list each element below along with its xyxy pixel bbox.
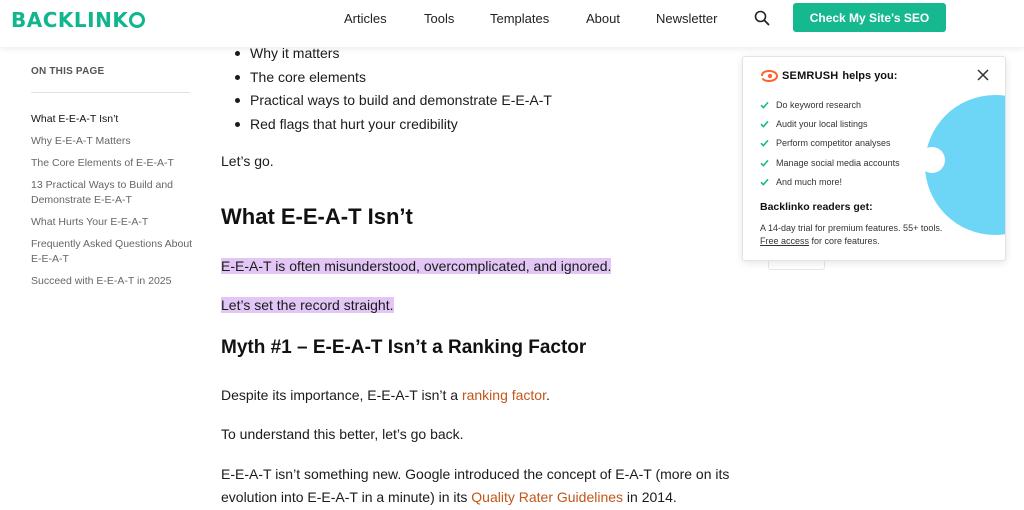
- highlighted-text: E-E-A-T is often misunderstood, overcomp…: [221, 258, 612, 274]
- semrush-popup: SEMRUSH helps you: Do keyword research A…: [742, 56, 1006, 261]
- feature-item: Manage social media accounts: [760, 153, 900, 172]
- nav-about[interactable]: About: [586, 11, 620, 26]
- intro-bullet-list: Why it matters The core elements Practic…: [235, 42, 552, 137]
- toc-item-why-eeat-matters[interactable]: Why E-E-A-T Matters: [31, 134, 196, 149]
- bullet-item: Practical ways to build and demonstrate …: [235, 89, 552, 113]
- readers-heading: Backlinko readers get:: [760, 201, 873, 213]
- toc-list: What E-E-A-T Isn’t Why E-E-A-T Matters T…: [31, 112, 196, 296]
- search-icon[interactable]: [754, 10, 770, 26]
- highlighted-text: Let’s set the record straight.: [221, 297, 394, 313]
- paragraph-go-back: To understand this better, let’s go back…: [221, 426, 464, 442]
- nav-newsletter[interactable]: Newsletter: [656, 11, 717, 26]
- check-seo-button[interactable]: Check My Site's SEO: [793, 3, 946, 32]
- offer-line: A 14-day trial for premium features. 55+…: [760, 223, 943, 233]
- feature-label: Manage social media accounts: [776, 157, 900, 168]
- highlight-paragraph-2: Let’s set the record straight.: [221, 297, 394, 313]
- paragraph-text: Despite its importance, E-E-A-T isn’t a: [221, 387, 462, 403]
- bullet-item: The core elements: [235, 66, 552, 90]
- semrush-name: SEMRUSH: [782, 70, 839, 82]
- logo-o-icon: [129, 12, 146, 28]
- feature-item: And much more!: [760, 173, 900, 192]
- feature-label: Audit your local listings: [776, 119, 868, 130]
- toc-item-succeed-2025[interactable]: Succeed with E-E-A-T in 2025: [31, 274, 196, 289]
- semrush-tagline: helps you:: [842, 70, 898, 82]
- semrush-logo-icon: [761, 70, 778, 82]
- site-header: BACKLINK Articles Tools Templates About …: [0, 0, 1024, 47]
- paragraph-text: in 2014.: [623, 489, 677, 505]
- toc-item-what-hurts[interactable]: What Hurts Your E-E-A-T: [31, 215, 196, 230]
- check-icon: [760, 140, 769, 148]
- decorative-blob-notch: [919, 147, 945, 173]
- quality-rater-guidelines-link[interactable]: Quality Rater Guidelines: [471, 489, 623, 505]
- toc-divider: [31, 92, 190, 93]
- nav-articles[interactable]: Articles: [344, 11, 387, 26]
- toc-item-what-eeat-isnt[interactable]: What E-E-A-T Isn’t: [31, 112, 196, 127]
- ranking-factor-link[interactable]: ranking factor: [462, 387, 546, 403]
- feature-label: And much more!: [776, 177, 843, 188]
- check-icon: [760, 179, 769, 187]
- feature-label: Do keyword research: [776, 99, 862, 110]
- paragraph-text: .: [546, 387, 550, 403]
- toc-item-practical-ways[interactable]: 13 Practical Ways to Build and Demonstra…: [31, 178, 196, 208]
- offer-line: for core features.: [809, 236, 880, 246]
- free-access-link[interactable]: Free access: [760, 236, 809, 246]
- logo-text: BACKLINK: [11, 8, 129, 32]
- check-icon: [760, 101, 769, 109]
- check-icon: [760, 159, 769, 167]
- toc-item-faq[interactable]: Frequently Asked Questions About E-E-A-T: [31, 237, 196, 267]
- toc-heading: ON THIS PAGE: [31, 66, 105, 77]
- myth-heading: Myth #1 – E-E-A-T Isn’t a Ranking Factor: [221, 337, 587, 358]
- close-icon[interactable]: [977, 69, 989, 81]
- check-icon: [760, 120, 769, 128]
- bullet-item: Red flags that hurt your credibility: [235, 113, 552, 137]
- toc-item-core-elements[interactable]: The Core Elements of E-E-A-T: [31, 156, 196, 171]
- feature-item: Perform competitor analyses: [760, 134, 900, 153]
- feature-label: Perform competitor analyses: [776, 138, 891, 149]
- paragraph-history: E-E-A-T isn’t something new. Google intr…: [221, 463, 731, 509]
- readers-offer-text: A 14-day trial for premium features. 55+…: [760, 222, 995, 248]
- section-heading: What E-E-A-T Isn’t: [221, 204, 413, 229]
- paragraph-ranking-factor: Despite its importance, E-E-A-T isn’t a …: [221, 387, 550, 403]
- feature-item: Do keyword research: [760, 95, 900, 114]
- feature-item: Audit your local listings: [760, 114, 900, 133]
- nav-tools[interactable]: Tools: [424, 11, 454, 26]
- feature-list: Do keyword research Audit your local lis…: [760, 95, 900, 192]
- highlight-paragraph-1: E-E-A-T is often misunderstood, overcomp…: [221, 258, 612, 274]
- backlinko-logo[interactable]: BACKLINK: [11, 8, 146, 32]
- semrush-brand: SEMRUSH helps you:: [761, 70, 897, 82]
- nav-templates[interactable]: Templates: [490, 11, 549, 26]
- lets-go-text: Let’s go.: [221, 153, 274, 169]
